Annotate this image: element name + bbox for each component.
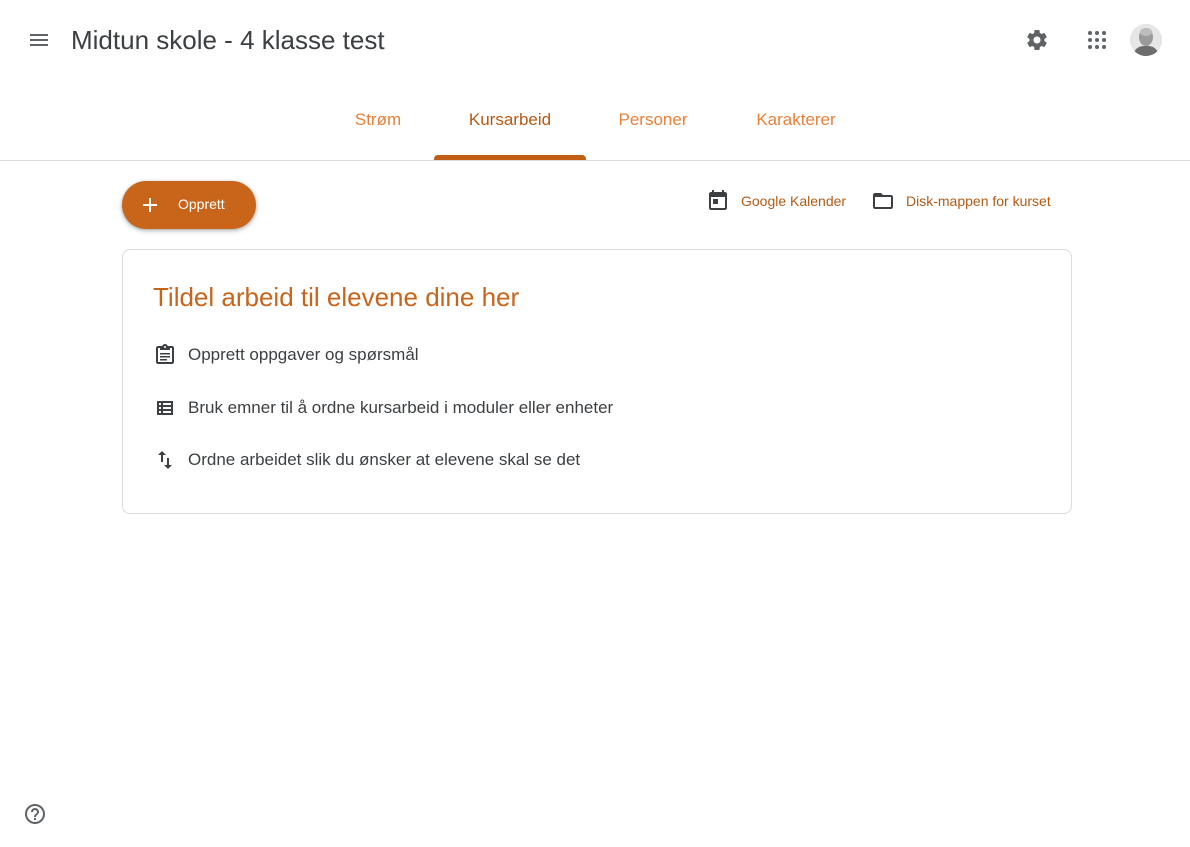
main-menu-button[interactable]	[17, 18, 61, 62]
tab-kursarbeid[interactable]: Kursarbeid	[434, 80, 586, 160]
apps-grid-icon	[1088, 31, 1106, 49]
gear-icon	[1027, 30, 1047, 50]
help-circle-icon	[25, 804, 45, 824]
tip-text: Ordne arbeidet slik du ønsker at elevene…	[188, 450, 581, 469]
settings-button[interactable]	[1015, 18, 1059, 62]
user-avatar[interactable]	[1130, 24, 1162, 56]
google-calendar-link[interactable]: Google Kalender	[706, 186, 846, 216]
assignment-icon	[153, 343, 177, 367]
class-title[interactable]: Midtun skole - 4 klasse test	[71, 22, 385, 58]
help-button[interactable]	[21, 800, 49, 828]
empty-state-title: Tildel arbeid til elevene dine her	[153, 282, 520, 312]
google-calendar-label: Google Kalender	[741, 193, 847, 209]
classroom-page: Midtun skole - 4 klasse test Strøm Kursa…	[0, 0, 1190, 847]
tip-item: Bruk emner til å ordne kursarbeid i modu…	[153, 394, 613, 422]
tip-text: Bruk emner til å ordne kursarbeid i modu…	[188, 398, 614, 417]
folder-icon	[871, 189, 895, 213]
hamburger-menu-icon	[30, 34, 48, 46]
topic-list-icon	[153, 396, 177, 420]
plus-icon	[143, 198, 157, 212]
header-divider	[0, 160, 1190, 161]
tab-karakterer[interactable]: Karakterer	[736, 80, 856, 160]
class-drive-folder-label: Disk-mappen for kurset	[906, 193, 1051, 209]
tab-bar: Strøm Kursarbeid Personer Karakterer	[0, 80, 1190, 160]
tip-text: Opprett oppgaver og spørsmål	[188, 345, 419, 364]
top-app-bar: Midtun skole - 4 klasse test	[0, 0, 1190, 80]
create-button[interactable]: Opprett	[122, 181, 256, 229]
calendar-icon	[706, 189, 730, 213]
tab-strom[interactable]: Strøm	[338, 80, 418, 160]
classwork-empty-state-card: Tildel arbeid til elevene dine her Oppre…	[122, 249, 1072, 514]
tip-item: Opprett oppgaver og spørsmål	[153, 341, 419, 369]
avatar-portrait	[1130, 24, 1162, 56]
tab-personer[interactable]: Personer	[598, 80, 708, 160]
tip-item: Ordne arbeidet slik du ønsker at elevene…	[153, 446, 580, 474]
create-button-label: Opprett	[178, 196, 225, 212]
google-apps-button[interactable]	[1075, 18, 1119, 62]
class-drive-folder-link[interactable]: Disk-mappen for kurset	[871, 186, 1051, 216]
reorder-arrows-icon	[153, 448, 177, 472]
